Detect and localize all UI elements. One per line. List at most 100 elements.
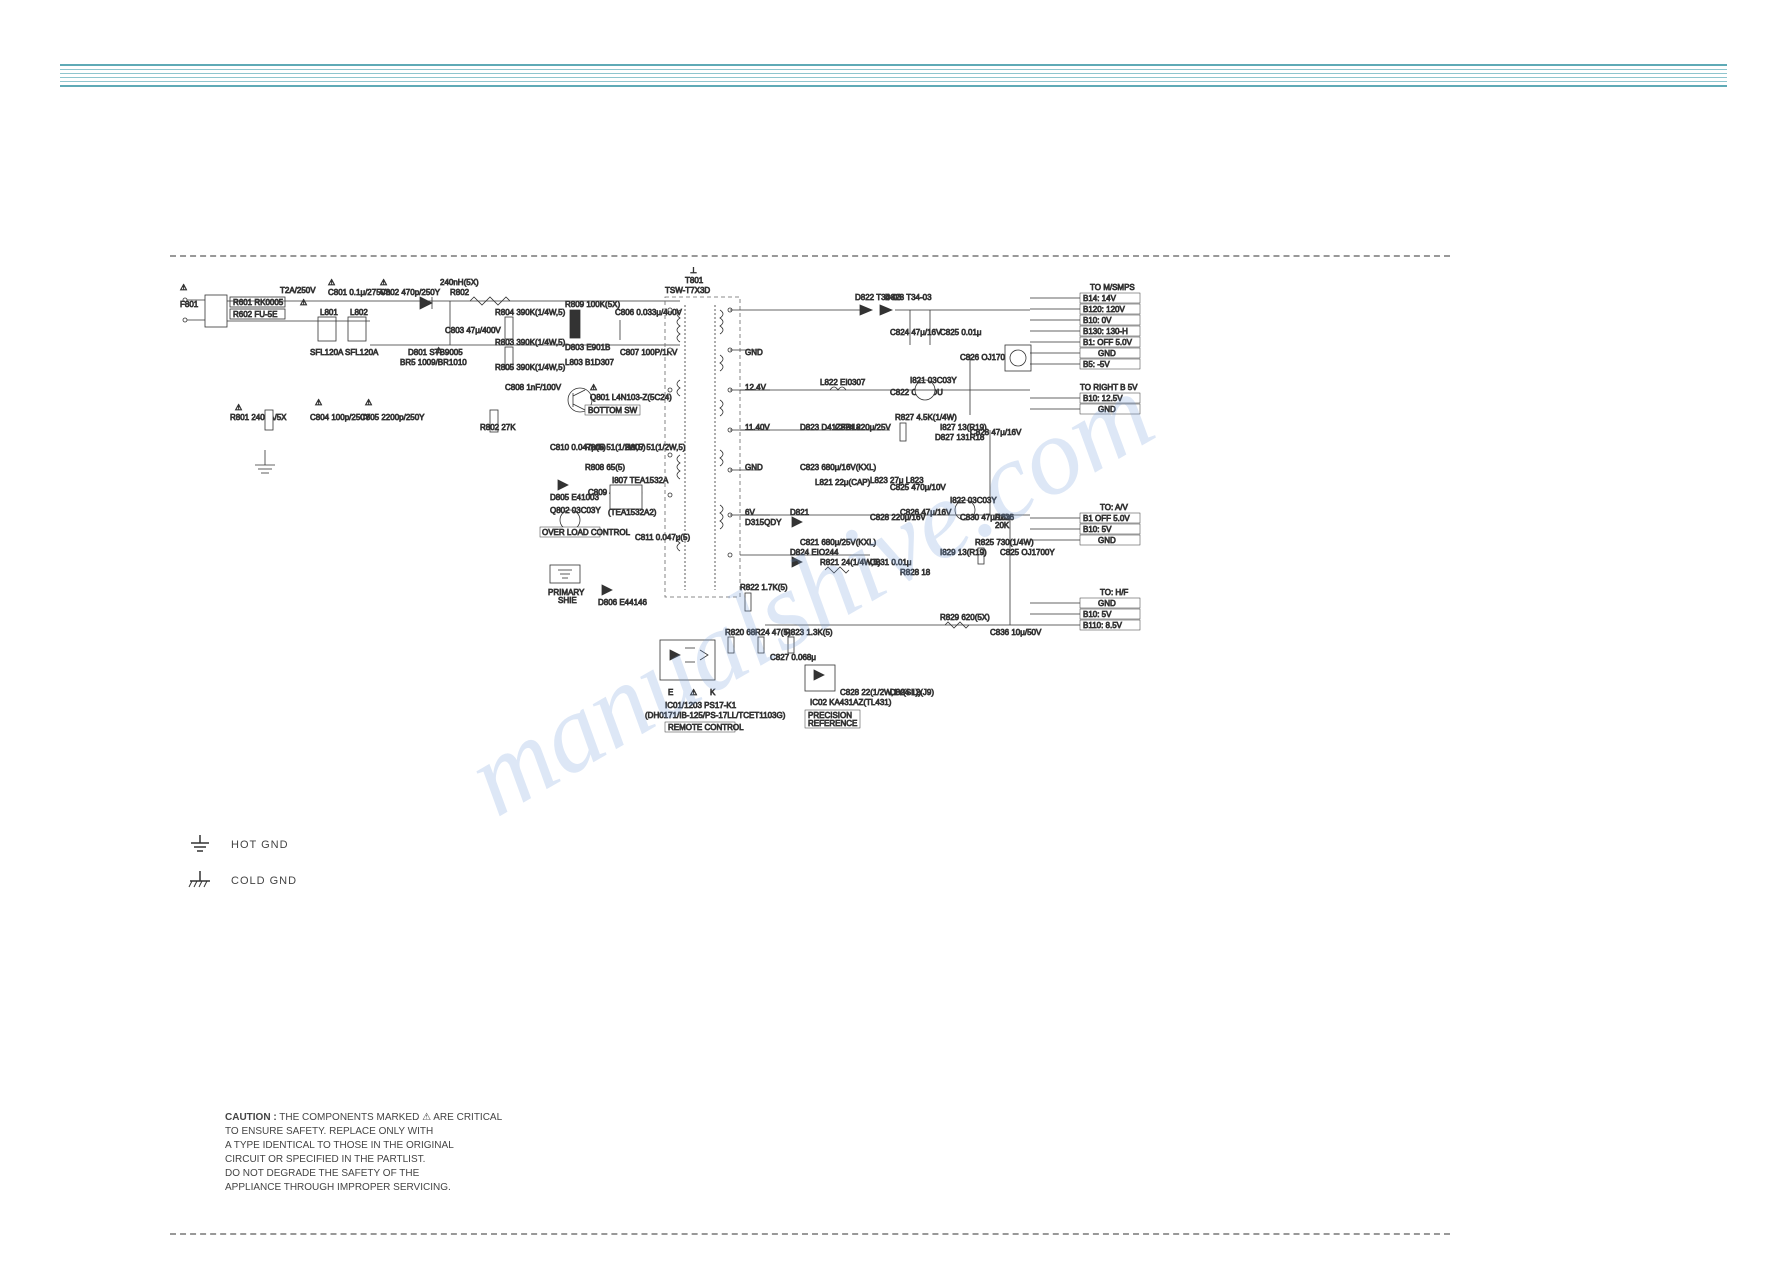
svg-text:240nH(5X): 240nH(5X) — [440, 278, 479, 287]
svg-text:C828 47μ/16V: C828 47μ/16V — [970, 428, 1022, 437]
svg-text:⊥: ⊥ — [690, 266, 697, 275]
svg-text:R801 240nA/5X: R801 240nA/5X — [230, 413, 287, 422]
svg-text:F801: F801 — [180, 300, 199, 309]
svg-text:R828 18: R828 18 — [900, 568, 931, 577]
svg-text:T2A/250V: T2A/250V — [280, 286, 316, 295]
svg-text:L803 B1D307: L803 B1D307 — [565, 358, 614, 367]
svg-text:C823 680μ/16V(KXL): C823 680μ/16V(KXL) — [800, 463, 877, 472]
svg-text:GND: GND — [1098, 599, 1116, 608]
schematic-bottom-border — [170, 1233, 1450, 1235]
svg-text:L822 EI0307: L822 EI0307 — [820, 378, 866, 387]
svg-text:R809 100K(5X): R809 100K(5X) — [565, 300, 620, 309]
svg-text:TO: A/V: TO: A/V — [1100, 503, 1129, 512]
schematic-diagram: manualshive.com ⚠ F801 R601 RK0005 R602 … — [170, 255, 1450, 935]
svg-text:REMOTE CONTROL: REMOTE CONTROL — [668, 723, 744, 732]
svg-text:B1 OFF 5.0V: B1 OFF 5.0V — [1083, 514, 1130, 523]
svg-text:K: K — [710, 688, 716, 697]
svg-text:L801: L801 — [320, 308, 338, 317]
svg-text:D315QDY: D315QDY — [745, 518, 782, 527]
cold-ground-label: COLD GND — [231, 875, 297, 887]
svg-text:OVER LOAD CONTROL: OVER LOAD CONTROL — [542, 528, 631, 537]
svg-text:BR5 1009/BR1010: BR5 1009/BR1010 — [400, 358, 467, 367]
svg-text:C806 0.033μ/400V: C806 0.033μ/400V — [615, 308, 683, 317]
svg-text:Q802 03C03Y: Q802 03C03Y — [550, 506, 601, 515]
caution-label: CAUTION : — [225, 1112, 277, 1123]
svg-text:GND: GND — [745, 348, 763, 357]
svg-text:R822 1.7K(5): R822 1.7K(5) — [740, 583, 788, 592]
svg-text:C827 0.068μ: C827 0.068μ — [770, 653, 816, 662]
caution-body: THE COMPONENTS MARKED ⚠ ARE CRITICAL TO … — [225, 1112, 502, 1193]
svg-text:Q801 L4N103-Z(5C24): Q801 L4N103-Z(5C24) — [590, 393, 672, 402]
svg-text:12.4V: 12.4V — [745, 383, 767, 392]
svg-text:C836 10μ/50V: C836 10μ/50V — [990, 628, 1042, 637]
svg-text:SFL120A: SFL120A — [345, 348, 379, 357]
svg-text:6V: 6V — [745, 508, 755, 517]
svg-text:D821: D821 — [790, 508, 810, 517]
schematic-top-border — [170, 255, 1450, 257]
svg-text:⚠: ⚠ — [315, 398, 322, 407]
svg-text:R820 68: R820 68 — [725, 628, 756, 637]
svg-text:R601 RK0005: R601 RK0005 — [233, 298, 284, 307]
svg-text:D824 EIO244: D824 EIO244 — [790, 548, 839, 557]
hot-ground-legend: HOT GND — [185, 833, 297, 857]
svg-text:⚠: ⚠ — [235, 403, 242, 412]
circuit-svg: ⚠ F801 R601 RK0005 R602 FU-5E T2A/250V ⚠… — [170, 255, 1450, 935]
svg-text:⚠: ⚠ — [435, 346, 442, 355]
svg-text:⚠: ⚠ — [328, 278, 335, 287]
svg-text:R802 27K: R802 27K — [480, 423, 516, 432]
svg-text:⚠: ⚠ — [300, 298, 307, 307]
svg-text:C802 470p/250Y: C802 470p/250Y — [380, 288, 441, 297]
svg-text:GND: GND — [745, 463, 763, 472]
caution-note: CAUTION : THE COMPONENTS MARKED ⚠ ARE CR… — [225, 1111, 502, 1195]
svg-text:TO: H/F: TO: H/F — [1100, 588, 1128, 597]
svg-text:R827 4.5K(1/4W): R827 4.5K(1/4W) — [895, 413, 957, 422]
svg-text:SFL120A: SFL120A — [310, 348, 344, 357]
svg-text:BOTTOM SW: BOTTOM SW — [588, 406, 638, 415]
svg-text:GND: GND — [1098, 405, 1116, 414]
svg-text:B1: OFF 5.0V: B1: OFF 5.0V — [1083, 338, 1133, 347]
svg-text:R807 51(1/2W,5): R807 51(1/2W,5) — [625, 443, 686, 452]
svg-text:(DH0171/IB-125/PS-17LL/TCET110: (DH0171/IB-125/PS-17LL/TCET1103G) — [645, 711, 786, 720]
svg-text:C811 0.047μ(5): C811 0.047μ(5) — [635, 533, 690, 542]
svg-text:SHIE: SHIE — [558, 596, 577, 605]
svg-text:I807 TEA1532A: I807 TEA1532A — [612, 476, 669, 485]
svg-text:C831 0.01μ: C831 0.01μ — [870, 558, 912, 567]
svg-text:D823 T34-03: D823 T34-03 — [885, 293, 932, 302]
svg-text:D806 E44146: D806 E44146 — [598, 598, 647, 607]
svg-text:B5: -5V: B5: -5V — [1083, 360, 1110, 369]
svg-text:R804 390K(1/4W,5): R804 390K(1/4W,5) — [495, 308, 566, 317]
header-divider — [60, 64, 1727, 90]
svg-text:L821 22μ(CAP): L821 22μ(CAP) — [815, 478, 871, 487]
svg-text:11.40V: 11.40V — [745, 423, 770, 432]
svg-text:C825 0.01μ: C825 0.01μ — [940, 328, 982, 337]
svg-text:B10: 0V: B10: 0V — [1083, 316, 1112, 325]
hot-ground-label: HOT GND — [231, 839, 289, 851]
svg-text:C805 2200p/250Y: C805 2200p/250Y — [360, 413, 425, 422]
svg-text:C824 220μ/25V: C824 220μ/25V — [835, 423, 891, 432]
svg-text:⚠: ⚠ — [365, 398, 372, 407]
svg-text:C825 OJ1700Y: C825 OJ1700Y — [1000, 548, 1055, 557]
svg-text:C808 1nF/100V: C808 1nF/100V — [505, 383, 562, 392]
svg-text:I829 13(R19): I829 13(R19) — [940, 548, 987, 557]
svg-text:C828 220μ/16V: C828 220μ/16V — [870, 513, 926, 522]
svg-text:R808 65(5): R808 65(5) — [585, 463, 625, 472]
svg-text:L802: L802 — [350, 308, 368, 317]
svg-text:B120: 120V: B120: 120V — [1083, 305, 1125, 314]
svg-text:R823 1.3K(5): R823 1.3K(5) — [785, 628, 833, 637]
svg-text:TO RIGHT B 5V: TO RIGHT B 5V — [1080, 383, 1138, 392]
svg-text:B14: 14V: B14: 14V — [1083, 294, 1117, 303]
svg-text:T801: T801 — [685, 276, 704, 285]
svg-text:R602 FU-5E: R602 FU-5E — [233, 310, 277, 319]
hot-ground-icon — [185, 833, 215, 857]
svg-text:C825 470μ/10V: C825 470μ/10V — [890, 483, 946, 492]
svg-text:20K: 20K — [995, 521, 1010, 530]
svg-text:B130: 130-H: B130: 130-H — [1083, 327, 1128, 336]
svg-text:⚠: ⚠ — [180, 283, 187, 292]
svg-text:R825 730(1/4W): R825 730(1/4W) — [975, 538, 1034, 547]
svg-text:⚠: ⚠ — [590, 383, 597, 392]
svg-text:GND: GND — [1098, 536, 1116, 545]
svg-text:IC02 KA431AZ(TL431): IC02 KA431AZ(TL431) — [810, 698, 892, 707]
svg-text:R829 620(5X): R829 620(5X) — [940, 613, 990, 622]
svg-text:R803 390K(1/4W,5): R803 390K(1/4W,5) — [495, 338, 566, 347]
svg-text:B10: 12.5V: B10: 12.5V — [1083, 394, 1123, 403]
